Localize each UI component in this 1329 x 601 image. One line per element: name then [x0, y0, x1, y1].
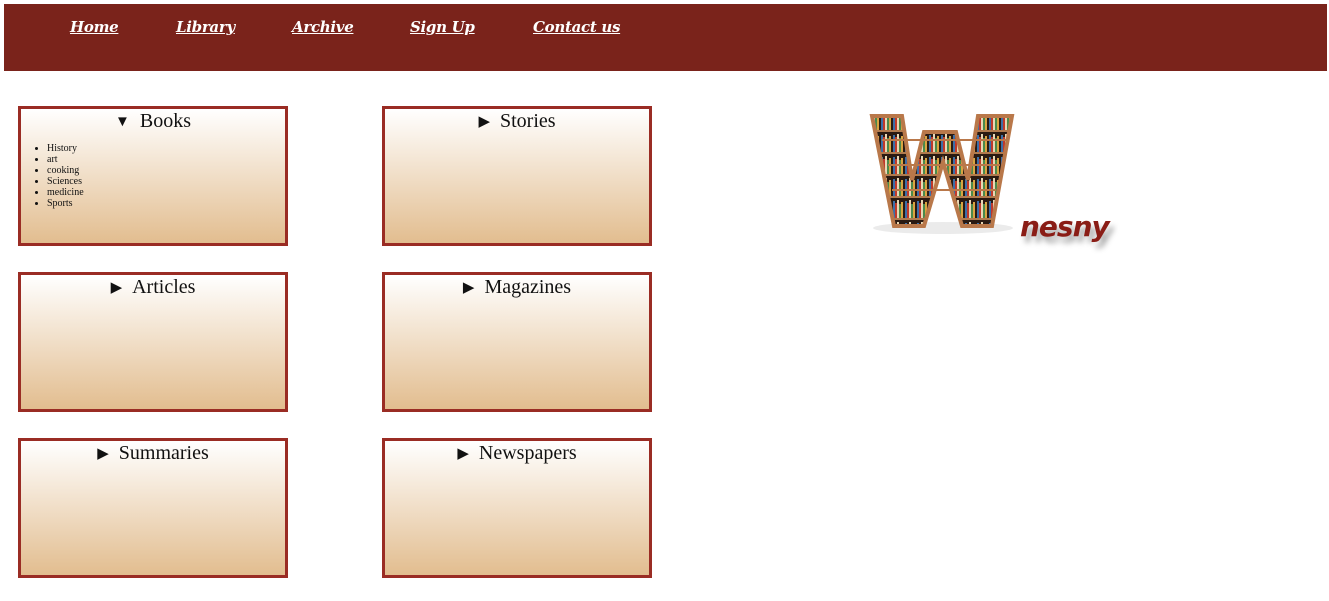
category-label: Newspapers — [478, 442, 577, 464]
nav-link-archive[interactable]: Archive — [292, 18, 354, 36]
category-summary-summaries[interactable]: ▶ Summaries — [21, 442, 285, 465]
category-summary-books[interactable]: ▼ Books — [21, 110, 285, 133]
nav-link-library[interactable]: Library — [176, 18, 235, 36]
category-summary-stories[interactable]: ▶ Stories — [385, 110, 649, 133]
books-subcategory-list: History art cooking Sciences medicine Sp… — [47, 143, 84, 209]
list-item: Sports — [47, 198, 84, 209]
triangle-down-icon: ▼ — [115, 114, 130, 130]
triangle-right-icon: ▶ — [97, 446, 109, 462]
list-item: art — [47, 154, 84, 165]
category-box-summaries: ▶ Summaries — [18, 438, 288, 578]
category-summary-articles[interactable]: ▶ Articles — [21, 276, 285, 299]
category-label: Summaries — [118, 442, 209, 464]
bookshelf-w-logo-icon — [869, 114, 1015, 234]
list-item: History — [47, 143, 84, 154]
category-box-newspapers: ▶ Newspapers — [382, 438, 652, 578]
list-item: Sciences — [47, 176, 84, 187]
triangle-right-icon: ▶ — [457, 446, 469, 462]
logo-text: nesny — [1020, 210, 1110, 243]
category-label: Stories — [499, 110, 556, 132]
category-box-stories: ▶ Stories — [382, 106, 652, 246]
list-item: medicine — [47, 187, 84, 198]
category-label: Books — [139, 110, 191, 132]
triangle-right-icon: ▶ — [478, 114, 490, 130]
category-label: Articles — [132, 276, 196, 298]
category-box-magazines: ▶ Magazines — [382, 272, 652, 412]
category-box-articles: ▶ Articles — [18, 272, 288, 412]
list-item: cooking — [47, 165, 84, 176]
triangle-right-icon: ▶ — [110, 280, 123, 296]
category-box-books: ▼ Books History art cooking Sciences medi… — [18, 106, 288, 246]
category-summary-newspapers[interactable]: ▶ Newspapers — [385, 442, 649, 465]
nav-link-home[interactable]: Home — [70, 18, 119, 36]
site-logo: nesny — [868, 110, 1118, 260]
category-label: Magazines — [484, 276, 572, 298]
top-navbar: Home Library Archive Sign Up Contact us — [4, 4, 1327, 71]
nav-link-contact-us[interactable]: Contact us — [533, 18, 620, 36]
nav-link-sign-up[interactable]: Sign Up — [410, 18, 475, 36]
triangle-right-icon: ▶ — [462, 280, 475, 296]
category-summary-magazines[interactable]: ▶ Magazines — [385, 276, 649, 299]
